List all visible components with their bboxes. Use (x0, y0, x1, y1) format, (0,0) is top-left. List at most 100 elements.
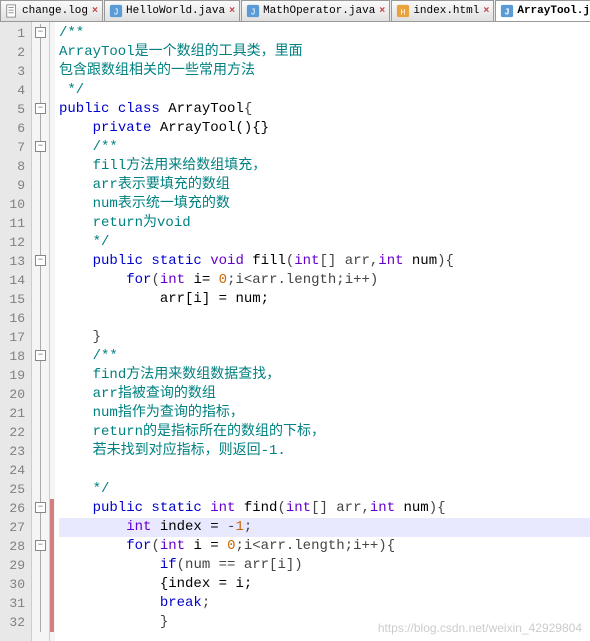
line-number: 7 (2, 138, 25, 157)
code-line[interactable]: public static int find(int[] arr,int num… (59, 499, 590, 518)
line-number: 20 (2, 385, 25, 404)
html-icon: H (396, 4, 410, 18)
code-line[interactable]: if(num == arr[i]) (59, 556, 590, 575)
code-line[interactable]: arr表示要填充的数组 (59, 176, 590, 195)
code-line[interactable]: find方法用来数组数据查找， (59, 366, 590, 385)
editor-tabs: change.log × J HelloWorld.java × J MathOperato… (0, 0, 590, 22)
code-line[interactable]: break; (59, 594, 590, 613)
code-line[interactable]: } (59, 328, 590, 347)
close-icon[interactable]: × (483, 6, 489, 17)
code-area[interactable]: /**ArrayTool是一个数组的工具类，里面包含跟数组相关的一些常用方法 *… (55, 22, 590, 641)
line-number: 29 (2, 556, 25, 575)
line-number: 1 (2, 24, 25, 43)
code-line[interactable] (59, 309, 590, 328)
line-number: 32 (2, 613, 25, 632)
java-icon: J (109, 4, 123, 18)
code-line[interactable]: {index = i; (59, 575, 590, 594)
code-line[interactable]: int index = -1; (59, 518, 590, 537)
code-line[interactable]: */ (59, 480, 590, 499)
line-number: 22 (2, 423, 25, 442)
line-number: 10 (2, 195, 25, 214)
code-editor[interactable]: 1234567891011121314151617181920212223242… (0, 22, 590, 641)
line-number-gutter: 1234567891011121314151617181920212223242… (0, 22, 32, 641)
code-line[interactable]: /** (59, 24, 590, 43)
svg-text:J: J (250, 8, 255, 18)
fold-toggle[interactable]: − (35, 103, 46, 114)
fold-toggle[interactable]: − (35, 141, 46, 152)
code-line[interactable]: arr[i] = num; (59, 290, 590, 309)
line-number: 18 (2, 347, 25, 366)
tab-arraytool-java[interactable]: JArrayTool.java× (495, 0, 590, 21)
line-number: 24 (2, 461, 25, 480)
fold-toggle[interactable]: − (35, 540, 46, 551)
line-number: 16 (2, 309, 25, 328)
java-icon: J (500, 4, 514, 18)
fold-toggle[interactable]: − (35, 255, 46, 266)
fold-toggle[interactable]: − (35, 350, 46, 361)
code-line[interactable]: return为void (59, 214, 590, 233)
line-number: 13 (2, 252, 25, 271)
line-number: 25 (2, 480, 25, 499)
code-line[interactable]: arr指被查询的数组 (59, 385, 590, 404)
tab-helloworld-java[interactable]: J HelloWorld.java × (104, 0, 240, 21)
code-line[interactable]: */ (59, 81, 590, 100)
code-line[interactable]: for(int i = 0;i<arr.length;i++){ (59, 537, 590, 556)
line-number: 31 (2, 594, 25, 613)
line-number: 4 (2, 81, 25, 100)
close-icon[interactable]: × (379, 6, 385, 17)
svg-text:H: H (401, 9, 406, 18)
code-line[interactable]: ArrayTool是一个数组的工具类，里面 (59, 43, 590, 62)
code-line[interactable]: /** (59, 347, 590, 366)
code-line[interactable]: fill方法用来给数组填充， (59, 157, 590, 176)
code-line[interactable]: } (59, 613, 590, 632)
change-marker-gutter (50, 22, 55, 641)
code-line[interactable] (59, 461, 590, 480)
change-marker (50, 499, 54, 632)
fold-toggle[interactable]: − (35, 27, 46, 38)
line-number: 30 (2, 575, 25, 594)
code-line[interactable]: 包含跟数组相关的一些常用方法 (59, 62, 590, 81)
line-number: 21 (2, 404, 25, 423)
line-number: 27 (2, 518, 25, 537)
tab-label: index.html (413, 5, 479, 17)
code-line[interactable]: public static void fill(int[] arr,int nu… (59, 252, 590, 271)
line-number: 28 (2, 537, 25, 556)
code-line[interactable]: */ (59, 233, 590, 252)
tab-change-log[interactable]: change.log × (0, 0, 103, 21)
code-line[interactable]: public class ArrayTool{ (59, 100, 590, 119)
line-number: 17 (2, 328, 25, 347)
java-icon: J (246, 4, 260, 18)
tab-mathoperator-java[interactable]: J MathOperator.java × (241, 0, 390, 21)
code-line[interactable]: return的是指标所在的数组的下标， (59, 423, 590, 442)
code-line[interactable]: 若未找到对应指标，则返回-1. (59, 442, 590, 461)
close-icon[interactable]: × (92, 6, 98, 17)
line-number: 14 (2, 271, 25, 290)
close-icon[interactable]: × (229, 6, 235, 17)
line-number: 9 (2, 176, 25, 195)
line-number: 15 (2, 290, 25, 309)
line-number: 5 (2, 100, 25, 119)
line-number: 12 (2, 233, 25, 252)
tab-label: HelloWorld.java (126, 5, 225, 17)
code-line[interactable]: for(int i= 0;i<arr.length;i++) (59, 271, 590, 290)
line-number: 8 (2, 157, 25, 176)
tab-label: ArrayTool.java (517, 5, 590, 17)
code-line[interactable]: num表示统一填充的数 (59, 195, 590, 214)
code-line[interactable]: private ArrayTool(){} (59, 119, 590, 138)
fold-toggle[interactable]: − (35, 502, 46, 513)
file-icon (5, 4, 19, 18)
code-line[interactable]: num指作为查询的指标， (59, 404, 590, 423)
line-number: 11 (2, 214, 25, 233)
tab-label: MathOperator.java (263, 5, 375, 17)
line-number: 2 (2, 43, 25, 62)
line-number: 26 (2, 499, 25, 518)
line-number: 3 (2, 62, 25, 81)
line-number: 19 (2, 366, 25, 385)
svg-text:J: J (505, 8, 510, 18)
code-line[interactable]: /** (59, 138, 590, 157)
line-number: 23 (2, 442, 25, 461)
tab-label: change.log (22, 5, 88, 17)
line-number: 6 (2, 119, 25, 138)
svg-text:J: J (113, 8, 118, 18)
tab-index-html[interactable]: Hindex.html × (391, 0, 494, 21)
